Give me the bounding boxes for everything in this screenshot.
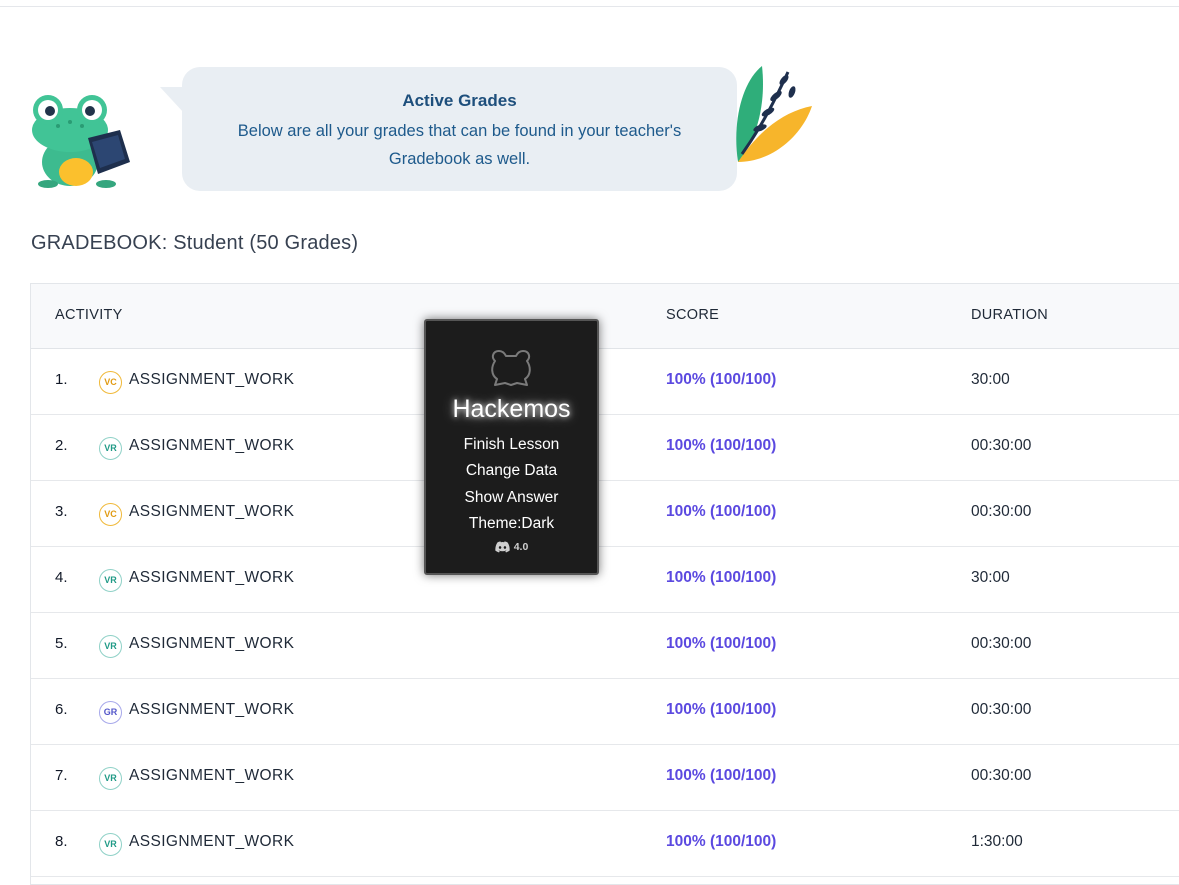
duration-value: 00:30:00 bbox=[971, 767, 1032, 784]
score-value[interactable]: 100% (100/100) bbox=[666, 437, 776, 455]
activity-type-badge: GR bbox=[99, 701, 122, 724]
popup-title: Hackemos bbox=[452, 395, 571, 423]
duration-value: 00:30:00 bbox=[971, 503, 1032, 520]
table-header: ACTIVITY SCORE DURATION bbox=[31, 284, 1179, 349]
activity-name[interactable]: ASSIGNMENT_WORK bbox=[129, 569, 294, 587]
score-value[interactable]: 100% (100/100) bbox=[666, 635, 776, 653]
popup-version[interactable]: 4.0 bbox=[426, 541, 597, 553]
column-duration[interactable]: DURATION bbox=[971, 307, 1048, 323]
activity-name[interactable]: ASSIGNMENT_WORK bbox=[129, 371, 294, 389]
banner-text: Below are all your grades that can be fo… bbox=[237, 122, 682, 168]
activity-type-badge: VR bbox=[99, 569, 122, 592]
row-number: 4. bbox=[55, 569, 68, 586]
gradebook-title: GRADEBOOK: Student (50 Grades) bbox=[31, 232, 359, 254]
table-row[interactable]: 1. VC ASSIGNMENT_WORK 100% (100/100) 30:00 bbox=[31, 349, 1179, 415]
column-activity[interactable]: ACTIVITY bbox=[55, 307, 123, 323]
row-number: 2. bbox=[55, 437, 68, 454]
score-value[interactable]: 100% (100/100) bbox=[666, 569, 776, 587]
activity-name[interactable]: ASSIGNMENT_WORK bbox=[129, 503, 294, 521]
frog-mascot-icon bbox=[32, 95, 130, 188]
activity-type-badge: VR bbox=[99, 833, 122, 856]
top-divider bbox=[0, 6, 1179, 7]
version-label: 4.0 bbox=[513, 541, 529, 553]
table-row[interactable]: 2. VR ASSIGNMENT_WORK 100% (100/100) 00:30:0… bbox=[31, 415, 1179, 481]
activity-name[interactable]: ASSIGNMENT_WORK bbox=[129, 701, 294, 719]
duration-value: 00:30:00 bbox=[971, 635, 1032, 652]
duration-value: 30:00 bbox=[971, 371, 1010, 388]
activity-type-badge: VC bbox=[99, 371, 122, 394]
activity-name[interactable]: ASSIGNMENT_WORK bbox=[129, 767, 294, 785]
duration-value: 30:00 bbox=[971, 569, 1010, 586]
activity-name[interactable]: ASSIGNMENT_WORK bbox=[129, 833, 294, 851]
score-value[interactable]: 100% (100/100) bbox=[666, 503, 776, 521]
table-row[interactable]: 7. VR ASSIGNMENT_WORK 100% (100/100) 00:30:0… bbox=[31, 745, 1179, 811]
table-row[interactable]: 4. VR ASSIGNMENT_WORK 100% (100/100) 30:00 bbox=[31, 547, 1179, 613]
menu-theme[interactable]: Theme:Dark bbox=[426, 515, 597, 533]
menu-finish-lesson[interactable]: Finish Lesson bbox=[426, 436, 597, 454]
score-value[interactable]: 100% (100/100) bbox=[666, 767, 776, 785]
duration-value: 00:30:00 bbox=[971, 701, 1032, 718]
activity-type-badge: VR bbox=[99, 767, 122, 790]
grades-table: ACTIVITY SCORE DURATION 1. VC ASSIGNMENT_W… bbox=[30, 283, 1179, 885]
score-value[interactable]: 100% (100/100) bbox=[666, 701, 776, 719]
row-number: 1. bbox=[55, 371, 68, 388]
activity-name[interactable]: ASSIGNMENT_WORK bbox=[129, 635, 294, 653]
leaves-decoration-icon bbox=[736, 66, 812, 162]
frog-logo-icon bbox=[491, 350, 531, 386]
row-number: 5. bbox=[55, 635, 68, 652]
activity-type-badge: VR bbox=[99, 635, 122, 658]
table-row[interactable]: 3. VC ASSIGNMENT_WORK 100% (100/100) 00:30:0… bbox=[31, 481, 1179, 547]
score-value[interactable]: 100% (100/100) bbox=[666, 833, 776, 851]
menu-change-data[interactable]: Change Data bbox=[426, 462, 597, 480]
discord-icon[interactable] bbox=[495, 541, 510, 553]
table-row[interactable]: 8. VR ASSIGNMENT_WORK 100% (100/100) 1:30:00 bbox=[31, 811, 1179, 877]
row-number: 8. bbox=[55, 833, 68, 850]
duration-value: 00:30:00 bbox=[971, 437, 1032, 454]
row-number: 6. bbox=[55, 701, 68, 718]
info-banner: Active Grades Below are all your grades … bbox=[160, 67, 737, 191]
row-number: 3. bbox=[55, 503, 68, 520]
table-row[interactable]: 5. VR ASSIGNMENT_WORK 100% (100/100) 00:30:0… bbox=[31, 613, 1179, 679]
activity-type-badge: VR bbox=[99, 437, 122, 460]
duration-value: 1:30:00 bbox=[971, 833, 1023, 850]
menu-show-answer[interactable]: Show Answer bbox=[426, 489, 597, 507]
column-score[interactable]: SCORE bbox=[666, 307, 719, 323]
activity-type-badge: VC bbox=[99, 503, 122, 526]
banner-title: Active Grades bbox=[402, 91, 517, 110]
activity-name[interactable]: ASSIGNMENT_WORK bbox=[129, 437, 294, 455]
hackemos-popup: Hackemos Finish Lesson Change Data Show … bbox=[424, 319, 599, 575]
table-row[interactable]: 6. GR ASSIGNMENT_WORK 100% (100/100) 00:30:0… bbox=[31, 679, 1179, 745]
row-number: 7. bbox=[55, 767, 68, 784]
table-body: 1. VC ASSIGNMENT_WORK 100% (100/100) 30:00 2.… bbox=[31, 349, 1179, 877]
score-value[interactable]: 100% (100/100) bbox=[666, 371, 776, 389]
